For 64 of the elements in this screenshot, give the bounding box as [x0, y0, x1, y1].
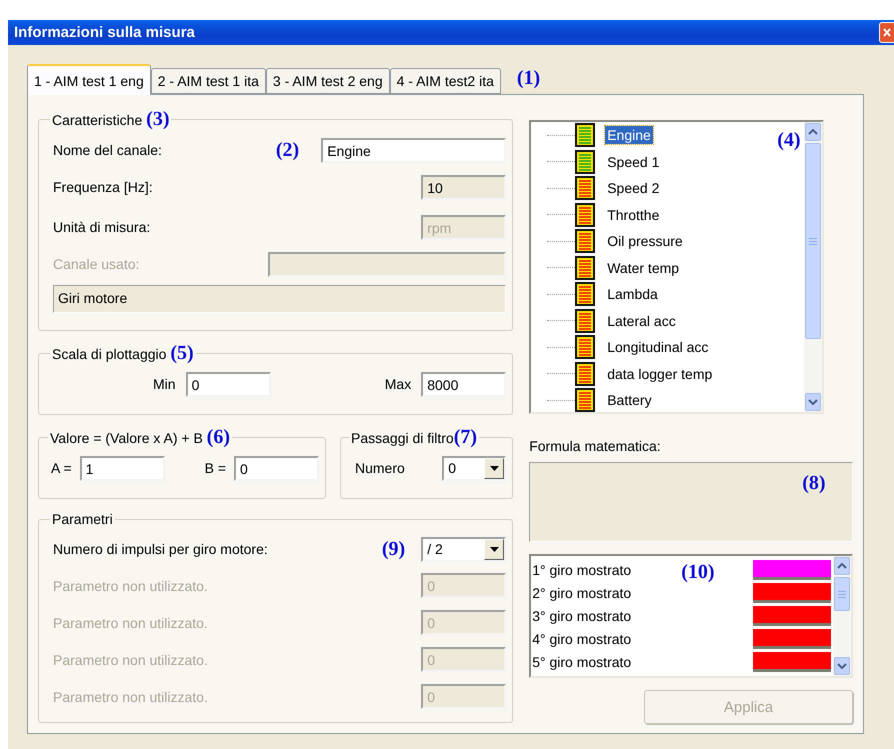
pulses-dropdown[interactable]: / 2 [421, 536, 506, 562]
tab[interactable]: 4 - AIM test2 ita [390, 68, 501, 94]
field-label: A = [51, 460, 72, 476]
callout-number: (2) [276, 140, 300, 160]
field-label: B = [204, 460, 226, 476]
tab[interactable]: 2 - AIM test 1 ita [150, 68, 266, 94]
tab[interactable]: 1 - AIM test 1 eng [27, 64, 151, 95]
field-label: Canale usato: [53, 256, 140, 272]
text-field: 0 [421, 573, 506, 598]
field-label: Frequenza [Hz]: [53, 179, 153, 195]
field-label: Max [384, 376, 412, 392]
group-title: Valore = (Valore x A) + B [50, 430, 203, 446]
callout-number: (3) [146, 108, 170, 130]
formula-label: Formula matematica: [529, 438, 662, 454]
text-field[interactable]: Engine [321, 138, 506, 162]
tree-item[interactable]: Throtthe [605, 206, 662, 224]
b-field[interactable]: 0 [234, 456, 319, 480]
group-title: Parametri [52, 511, 113, 527]
field-label: Nome del canale: [53, 142, 162, 158]
callout-number: (6) [206, 426, 230, 448]
field-label: Parametro non utilizzato. [53, 652, 208, 668]
number-dropdown[interactable]: 0 [442, 456, 506, 480]
tree-item[interactable]: Speed 1 [605, 152, 662, 171]
text-field: 0 [421, 647, 506, 672]
tree-item[interactable]: data logger temp [605, 364, 714, 383]
tree-item[interactable]: Water temp [605, 258, 682, 277]
field-label: Parametro non utilizzato. [53, 614, 208, 630]
callout-number: (5) [170, 342, 194, 364]
lap-item[interactable]: 5° giro mostrato [531, 654, 632, 670]
callout-number: (4) [777, 130, 801, 150]
description-field: Giri motore [53, 285, 506, 313]
field-label: Numero [355, 460, 405, 476]
group-title: Passaggi di filtro [351, 430, 454, 446]
tree-item[interactable]: Engine [605, 126, 653, 144]
tree-item[interactable]: Battery [605, 391, 654, 410]
tree-item[interactable]: Lateral acc [605, 312, 678, 330]
callout-number: (9) [382, 539, 406, 559]
a-field[interactable]: 1 [80, 456, 165, 480]
text-field: rpm [421, 214, 506, 240]
lap-item[interactable]: 2° giro mostrato [531, 584, 632, 600]
field-label: Parametro non utilizzato. [53, 688, 208, 704]
tree-item[interactable]: Longitudinal acc [605, 338, 710, 356]
field-label: Min [153, 376, 176, 392]
field-label: Parametro non utilizzato. [53, 578, 208, 594]
lap-item[interactable]: 3° giro mostrato [531, 608, 632, 624]
group-title: Caratteristiche [52, 112, 142, 128]
callout-number: (1) [516, 68, 540, 88]
group-title: Scala di plottaggio [52, 346, 166, 362]
tree-item[interactable]: Oil pressure [605, 232, 685, 250]
min-field[interactable]: 0 [186, 372, 271, 396]
lap-item[interactable]: 1° giro mostrato [531, 562, 632, 578]
text-field: 0 [421, 610, 506, 635]
lap-item[interactable]: 4° giro mostrato [531, 630, 632, 646]
max-field[interactable]: 8000 [421, 372, 506, 396]
callout-number: (7) [454, 426, 478, 448]
tree-item[interactable]: Speed 2 [605, 179, 662, 198]
field-label: Unità di misura: [53, 219, 150, 235]
text-field: 0 [421, 684, 506, 709]
tree-item[interactable]: Lambda [605, 285, 660, 304]
field-label: Numero di impulsi per giro motore: [53, 541, 268, 557]
window-title: Informazioni sulla misura [14, 24, 195, 41]
callout-number: (10) [681, 562, 715, 582]
tab[interactable]: 3 - AIM test 2 eng [266, 68, 390, 94]
callout-number: (8) [802, 473, 826, 493]
